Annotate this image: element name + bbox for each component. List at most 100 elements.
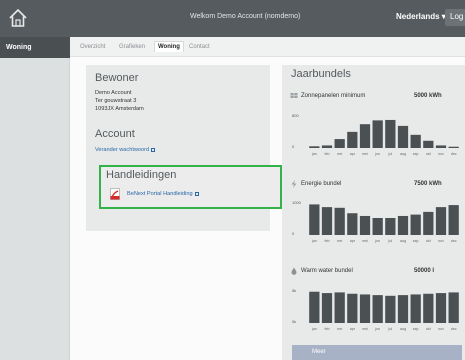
pdf-icon (110, 188, 120, 200)
lightning-icon (291, 180, 297, 188)
bar-jan (309, 204, 320, 235)
tab-bar: Overzicht Grafieken Woning Contact (70, 37, 465, 57)
month-label: jan (311, 327, 317, 331)
month-label: aug (400, 152, 406, 156)
month-label: sep (413, 152, 419, 156)
bar-apr (347, 213, 358, 235)
month-label: jul (388, 152, 393, 156)
month-label: jun (374, 152, 380, 156)
bar-jun (372, 120, 383, 148)
month-label: jan (311, 152, 317, 156)
y-tick-bottom: 0 (292, 231, 295, 236)
month-label: mei (362, 327, 368, 331)
bar-nov (435, 145, 447, 148)
change-password-label: Verander wachtwoord (95, 147, 150, 153)
month-label: dec (451, 327, 457, 331)
bar-aug (397, 295, 409, 323)
tab-contact[interactable]: Contact (186, 42, 213, 52)
month-label: nov (438, 152, 444, 156)
account-title: Account (95, 128, 135, 140)
bar-mrt (334, 139, 345, 148)
month-label: feb (325, 327, 330, 331)
bar-feb (321, 293, 333, 323)
meer-button[interactable]: Meer (292, 345, 462, 360)
sidebar-item-woning[interactable]: Woning (0, 37, 70, 58)
handleiding-link[interactable]: BeNext Portal Handleiding (127, 191, 199, 197)
warm-water-label: Warm water bundel (301, 268, 353, 274)
bar-okt (423, 293, 434, 323)
warm-water-chart: 5k 0k jan feb mrt apr mei jun jul aug sep okt nov dec (292, 288, 459, 331)
y-tick-bottom: 0k (292, 319, 296, 324)
tab-overzicht[interactable]: Overzicht (77, 42, 108, 52)
month-label: sep (413, 327, 419, 331)
month-label: jul (388, 239, 393, 243)
welcome-text: Welkom Demo Account (nomdemo) (190, 13, 301, 20)
bar-nov (435, 207, 447, 235)
tab-grafieken[interactable]: Grafieken (116, 42, 148, 52)
language-select[interactable]: Nederlands ▾ (396, 12, 446, 21)
month-label: mrt (337, 327, 342, 331)
month-label: mei (362, 152, 368, 156)
month-label: jun (374, 239, 380, 243)
bar-nov (435, 293, 447, 323)
month-label: dec (451, 152, 457, 156)
bar-jan (309, 146, 320, 148)
bar-mei (359, 124, 371, 148)
month-label: mrt (337, 239, 342, 243)
bewoner-title: Bewoner (95, 72, 139, 84)
tab-woning[interactable]: Woning (154, 41, 184, 52)
y-tick-top: 5k (292, 288, 296, 293)
bar-jan (309, 291, 320, 323)
bar-feb (321, 145, 333, 148)
bar-jun (372, 218, 383, 235)
month-label: nov (438, 239, 444, 243)
month-label: mei (362, 239, 368, 243)
main-content: Bewoner Demo Account Ter gouwstraat 3 10… (70, 57, 465, 360)
bar-apr (347, 293, 358, 323)
month-label: aug (400, 239, 406, 243)
month-label: jul (388, 327, 393, 331)
home-icon[interactable] (7, 7, 29, 29)
water-drop-icon (291, 267, 297, 275)
month-label: jun (374, 327, 380, 331)
solar-panel-icon (290, 93, 298, 98)
month-label: okt (426, 239, 431, 243)
bar-aug (397, 215, 409, 235)
bar-dec (448, 146, 459, 148)
bar-jul (385, 218, 396, 235)
month-label: mrt (337, 152, 342, 156)
jaarbundels-card: Jaarbundels Zonnepanelen minimum 5000 kW… (282, 65, 465, 360)
warm-water-value: 50000 l (414, 268, 435, 274)
bar-mei (359, 215, 371, 235)
energie-label: Energie bundel (301, 181, 342, 187)
change-password-link[interactable]: Verander wachtwoord (95, 147, 156, 153)
bar-jul (385, 295, 396, 323)
bar-dec (448, 292, 459, 323)
bewoner-city: 1093JX Amsterdam (95, 106, 144, 112)
bar-okt (423, 140, 434, 148)
external-link-icon (194, 191, 199, 196)
top-bar: Welkom Demo Account (nomdemo) Nederlands… (0, 0, 465, 37)
month-label: okt (426, 327, 431, 331)
month-label: feb (325, 152, 330, 156)
month-label: apr (350, 239, 356, 243)
bewoner-street: Ter gouwstraat 3 (95, 98, 137, 104)
bar-sep (410, 294, 421, 323)
bar-feb (321, 207, 333, 235)
bar-mrt (334, 292, 345, 323)
month-label: aug (400, 327, 406, 331)
energie-chart: 1000 0 jan feb mrt apr mei jun jul aug sep okt nov de… (292, 200, 459, 243)
month-label: dec (451, 239, 457, 243)
bewoner-card: Bewoner Demo Account Ter gouwstraat 3 10… (86, 65, 282, 231)
bewoner-name: Demo Account (95, 90, 132, 96)
month-label: apr (350, 327, 356, 331)
handleiding-label: BeNext Portal Handleiding (127, 191, 193, 197)
sidebar: Woning (0, 37, 70, 360)
y-tick-top: 1000 (292, 200, 302, 205)
month-label: apr (350, 152, 356, 156)
month-label: nov (438, 327, 444, 331)
bar-jul (385, 119, 396, 148)
logout-button[interactable]: Log (445, 9, 465, 26)
bar-mei (359, 294, 371, 323)
bar-sep (410, 214, 421, 235)
